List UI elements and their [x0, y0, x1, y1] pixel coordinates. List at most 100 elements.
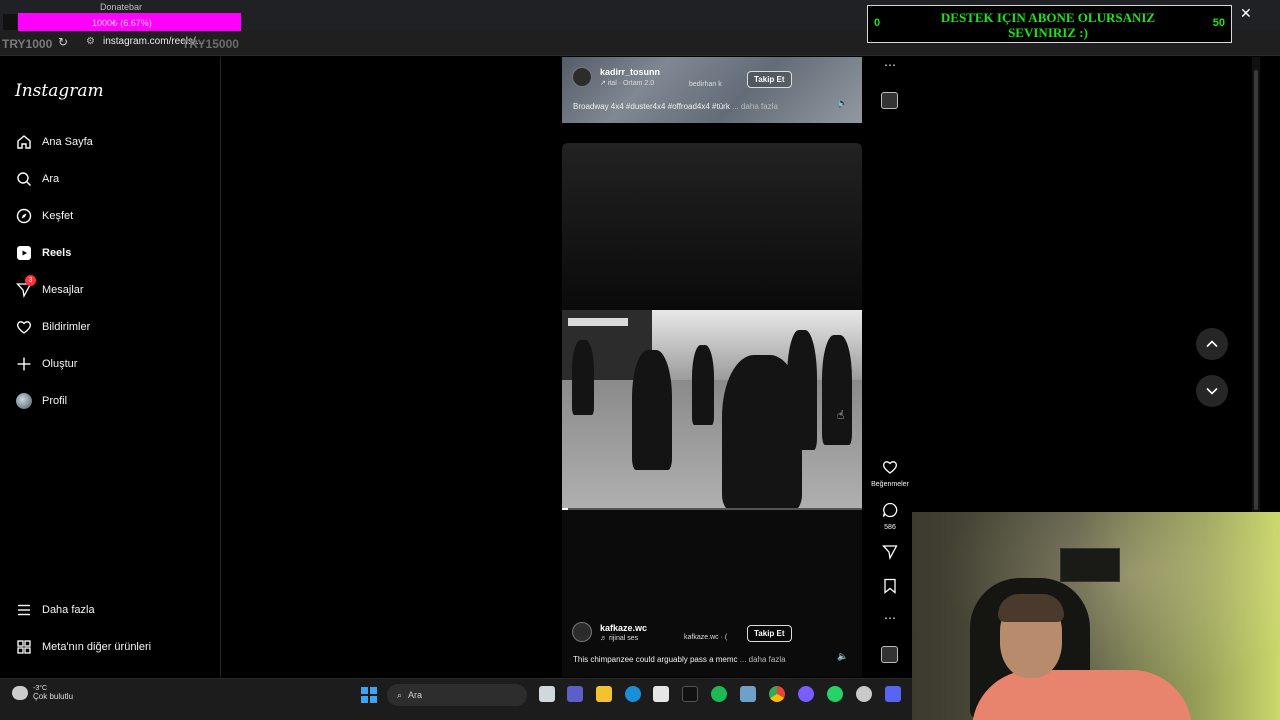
caption-text: This chimpanzee could arguably pass a me…	[573, 655, 738, 664]
sidebar-item-home[interactable]: Ana Sayfa	[15, 130, 93, 154]
subscribe-message: DESTEK IÇIN ABONE OLURSANIZ SEVINIRIZ :)	[940, 10, 1156, 40]
reels-icon	[15, 244, 33, 262]
save-button[interactable]	[878, 578, 902, 599]
reel-letterbox	[562, 143, 862, 310]
reel-collaborator[interactable]: kafkaze.wc · (	[684, 634, 727, 641]
comment-button[interactable]: 586	[878, 502, 902, 531]
follow-button[interactable]: Takip Et	[747, 71, 792, 88]
weather-desc: Çok bulutlu	[33, 692, 74, 701]
share-icon	[882, 545, 898, 560]
instagram-sidebar: Instagram Ana Sayfa Ara Keşfet Reels 3 M…	[0, 57, 221, 677]
steam-icon[interactable]	[856, 686, 872, 702]
sidebar-item-more[interactable]: Daha fazla	[15, 598, 95, 622]
whatsapp-icon[interactable]	[827, 686, 843, 702]
sidebar-item-reels[interactable]: Reels	[15, 241, 71, 265]
avatar[interactable]	[572, 67, 592, 87]
reel-author[interactable]: kafkaze.wc ♬ rijinal ses	[572, 622, 647, 642]
sidebar-item-notifications[interactable]: Bildirimler	[15, 315, 90, 339]
next-reel-button[interactable]	[1196, 375, 1228, 407]
sidebar-item-profile[interactable]: Profil	[15, 389, 67, 413]
donate-progress-text: 1000₺ (6.67%)	[92, 18, 152, 28]
donate-goal: TRY15000	[182, 37, 239, 51]
settings-icon[interactable]	[740, 686, 756, 702]
spotify-icon[interactable]	[711, 686, 727, 702]
reel-collaborator[interactable]: bedirhan k	[689, 81, 722, 88]
discord-icon[interactable]	[885, 686, 901, 702]
sidebar-item-label: Keşfet	[42, 210, 74, 222]
sub-goal-current: 0	[874, 17, 881, 29]
avatar[interactable]	[572, 622, 592, 642]
video-progress-fill	[562, 508, 568, 510]
reel-username[interactable]: kafkaze.wc	[600, 623, 647, 633]
grid-icon	[15, 638, 33, 656]
sub-goal-target: 50	[1212, 17, 1225, 29]
site-info-icon[interactable]: ⚙	[86, 36, 95, 47]
video-figure	[692, 345, 714, 425]
reload-icon[interactable]: ↻	[58, 35, 68, 49]
comments-count: 586	[884, 524, 896, 531]
video-figure	[822, 335, 852, 445]
sidebar-item-messages[interactable]: 3 Mesajlar	[15, 275, 84, 302]
video-progress[interactable]	[562, 508, 862, 510]
more-options-icon[interactable]: ⋯	[878, 58, 902, 72]
share-button[interactable]	[878, 544, 902, 565]
subscribe-goal-box: 0 DESTEK IÇIN ABONE OLURSANIZ SEVINIRIZ …	[867, 5, 1232, 43]
chrome-icon[interactable]	[769, 686, 785, 702]
donate-logo	[3, 14, 17, 30]
avatar	[15, 392, 33, 410]
tiktok-icon[interactable]	[682, 686, 698, 702]
file-icon[interactable]	[539, 686, 555, 702]
reel-username[interactable]: kadirr_tosunn	[600, 67, 660, 77]
more-link[interactable]: ... daha fazla	[732, 102, 778, 111]
video-figure	[632, 350, 672, 470]
more-options-icon[interactable]: ⋯	[878, 611, 902, 625]
instagram-logo[interactable]: Instagram	[15, 81, 104, 101]
sidebar-item-search[interactable]: Ara	[15, 167, 59, 191]
close-window-icon[interactable]: ✕	[1240, 5, 1252, 22]
reel-caption[interactable]: This chimpanzee could arguably pass a me…	[573, 655, 786, 664]
reel-card-previous[interactable]: kadirr_tosunn ↗ ital · Ortam 2.0 bedirha…	[562, 57, 862, 123]
webcam-feed	[912, 512, 1280, 720]
sidebar-item-create[interactable]: Oluştur	[15, 352, 77, 376]
volume-icon[interactable]: 🔈	[837, 98, 848, 109]
sidebar-item-explore[interactable]: Keşfet	[15, 204, 73, 228]
edge-icon[interactable]	[625, 686, 641, 702]
search-icon: ⌕	[397, 689, 403, 700]
start-button[interactable]	[361, 687, 377, 703]
reel-audio[interactable]: ♬ rijinal ses	[600, 635, 647, 642]
audio-thumbnail[interactable]	[881, 646, 898, 663]
comment-icon	[882, 502, 898, 518]
home-icon	[15, 133, 33, 151]
reel-caption[interactable]: Broadway 4x4 #duster4x4 #offroad4x4 #tür…	[573, 102, 778, 111]
follow-button[interactable]: Takip Et	[747, 625, 792, 642]
like-button[interactable]: Beğenmeler	[870, 459, 910, 488]
previous-reel-button[interactable]	[1196, 328, 1228, 360]
app-icon[interactable]	[798, 686, 814, 702]
reel-video[interactable]: ☝	[562, 310, 862, 510]
folder-icon[interactable]	[596, 686, 612, 702]
video-sign	[568, 318, 628, 326]
reel-author[interactable]: kadirr_tosunn ↗ ital · Ortam 2.0	[572, 67, 660, 87]
reel-audio[interactable]: ↗ ital · Ortam 2.0	[600, 79, 660, 87]
store-icon[interactable]	[653, 686, 669, 702]
audio-thumbnail[interactable]	[881, 92, 898, 109]
mouse-cursor-icon: ☝	[837, 408, 845, 422]
scrollbar-thumb[interactable]	[1254, 70, 1258, 510]
reel-card-current[interactable]: ☝ kafkaze.wc ♬ rijinal ses kafkaze.wc · …	[562, 143, 862, 677]
more-link[interactable]: ... daha fazla	[740, 655, 786, 664]
sidebar-item-label: Ana Sayfa	[42, 136, 93, 148]
heart-icon	[883, 461, 897, 474]
sidebar-item-label: Oluştur	[42, 358, 78, 370]
messenger-icon: 3	[15, 275, 36, 299]
sidebar-item-label: Profil	[42, 395, 68, 407]
likes-label: Beğenmeler	[871, 481, 909, 488]
volume-icon[interactable]: 🔈	[837, 651, 848, 662]
taskbar-search[interactable]: ⌕ Ara	[387, 684, 527, 706]
weather-widget[interactable]: -3°C Çok bulutlu	[12, 685, 73, 701]
sidebar-item-label: Reels	[42, 247, 72, 259]
sidebar-item-meta[interactable]: Meta'nın diğer ürünleri	[15, 635, 151, 659]
sidebar-item-label: Meta'nın diğer ürünleri	[42, 641, 152, 653]
teams-icon[interactable]	[567, 686, 583, 702]
sidebar-item-label: Bildirimler	[42, 321, 91, 333]
cloud-icon	[12, 686, 28, 700]
